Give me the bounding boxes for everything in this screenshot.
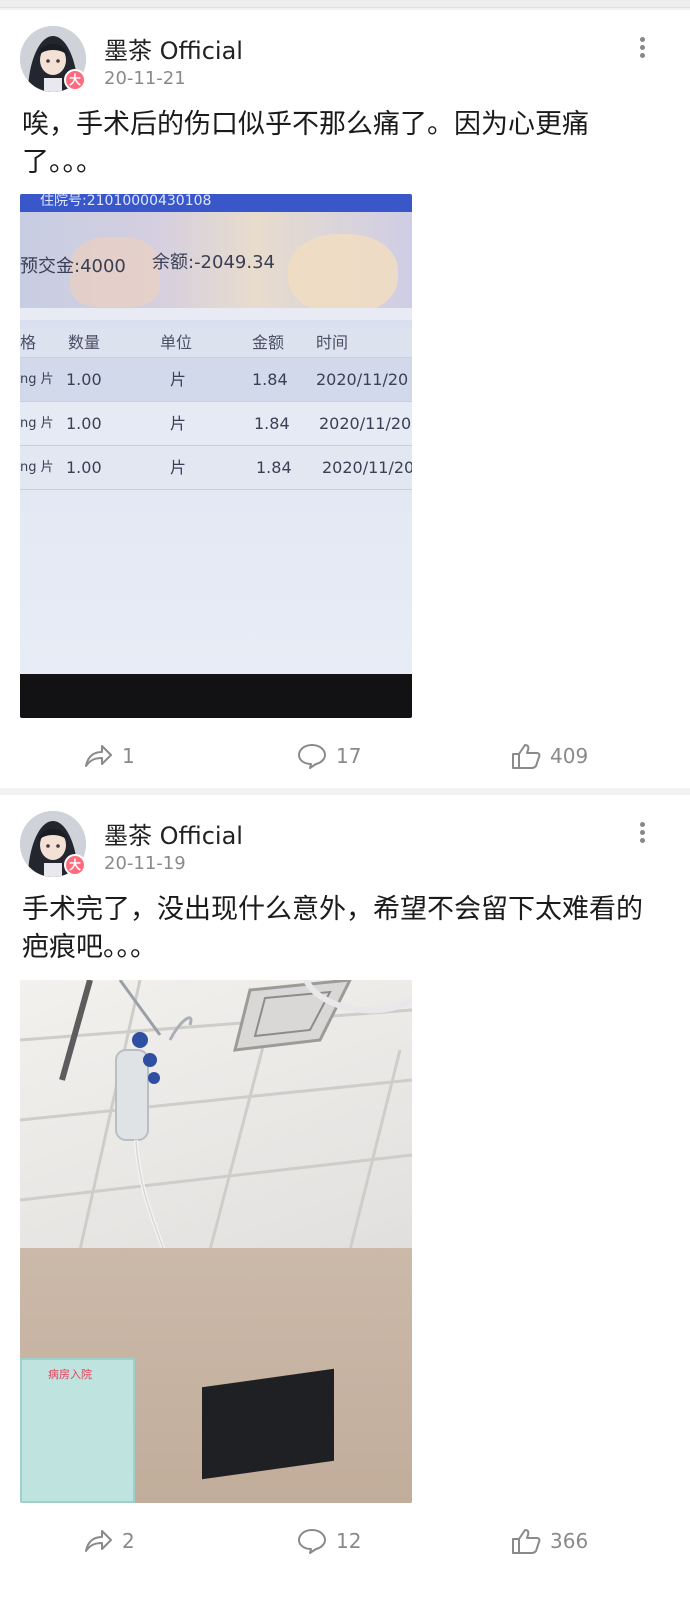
- feed-post: 大 墨茶 Official 20-11-19 手术完了，没出现什么意外，希望不会…: [0, 795, 690, 1597]
- username[interactable]: 墨茶 Official: [104, 31, 243, 66]
- column-header: 数量: [68, 333, 101, 352]
- post-actions: 1 17 409: [0, 738, 690, 774]
- post-text: 唉，手术后的伤口似乎不那么痛了。因为心更痛了。。。: [22, 109, 589, 178]
- comment-button[interactable]: 12: [296, 1523, 361, 1559]
- admission-number: 住院号:21010000430108: [20, 194, 412, 212]
- vip-badge: 大: [64, 69, 86, 91]
- deposit-amount: 预交金:4000: [20, 256, 126, 277]
- column-header: 时间: [316, 333, 349, 352]
- billing-table: 格 数量 单位 金额 时间 ng 片 1.00 片 1.84 2020/11/2…: [20, 328, 412, 490]
- post-image[interactable]: 病房入院: [20, 980, 412, 1503]
- more-options-icon[interactable]: [634, 819, 650, 847]
- repost-button[interactable]: 1: [82, 738, 135, 774]
- thumbs-up-icon: [512, 744, 541, 769]
- like-count: 409: [550, 744, 589, 768]
- comment-count: 17: [336, 744, 362, 768]
- post-image[interactable]: 住院号:21010000430108 预交金:4000 余额:-2049.34 …: [20, 194, 412, 718]
- table-row: ng 片 1.00 片 1.84 2020/11/20: [20, 446, 412, 490]
- repost-button[interactable]: 2: [82, 1523, 135, 1559]
- screen-header: 预交金:4000 余额:-2049.34: [20, 212, 412, 314]
- column-header: 单位: [160, 333, 193, 352]
- wall-poster: 病房入院: [20, 1358, 135, 1503]
- thumbs-up-icon: [512, 1529, 541, 1554]
- repost-count: 1: [122, 744, 135, 768]
- like-button[interactable]: 366: [510, 1523, 588, 1559]
- like-button[interactable]: 409: [510, 738, 588, 774]
- column-header: 格: [20, 333, 37, 352]
- comment-icon: [298, 744, 326, 769]
- username[interactable]: 墨茶 Official: [104, 816, 243, 851]
- column-header: 金额: [252, 333, 285, 352]
- like-count: 366: [550, 1529, 589, 1553]
- repost-count: 2: [122, 1529, 135, 1553]
- share-icon: [85, 1530, 112, 1552]
- post-text: 手术完了，没出现什么意外，希望不会留下太难看的疤痕吧。。。: [22, 894, 643, 963]
- comment-button[interactable]: 17: [296, 738, 361, 774]
- wall-mounted-box: [202, 1368, 334, 1480]
- feed-post: 大 墨茶 Official 20-11-21 唉，手术后的伤口似乎不那么痛了。因…: [0, 10, 690, 788]
- feed-divider: [0, 0, 690, 8]
- comment-icon: [298, 1529, 326, 1554]
- post-date: 20-11-21: [104, 68, 186, 89]
- billing-screen-photo: 住院号:21010000430108 预交金:4000 余额:-2049.34 …: [20, 194, 412, 718]
- table-row: ng 片 1.00 片 1.84 2020/11/20: [20, 402, 412, 446]
- post-date: 20-11-19: [104, 853, 186, 874]
- weibo-feed: 大 墨茶 Official 20-11-21 唉，手术后的伤口似乎不那么痛了。因…: [0, 0, 690, 1597]
- table-header: 格 数量 单位 金额 时间: [20, 328, 412, 358]
- table-row: ng 片 1.00 片 1.84 2020/11/20: [20, 358, 412, 402]
- vip-badge: 大: [64, 854, 86, 876]
- more-options-icon[interactable]: [634, 34, 650, 62]
- share-icon: [85, 745, 112, 767]
- comment-count: 12: [336, 1529, 362, 1553]
- balance-amount: 余额:-2049.34: [152, 252, 275, 273]
- hospital-room-photo: 病房入院: [20, 980, 412, 1503]
- post-actions: 2 12 366: [0, 1523, 690, 1559]
